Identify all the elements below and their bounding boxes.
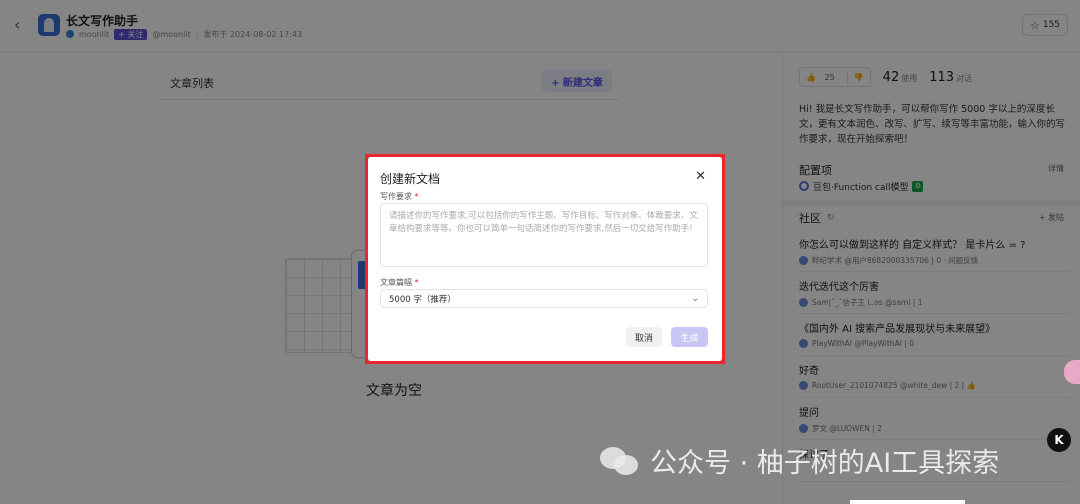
floating-helper-icon[interactable] [1064,360,1080,384]
length-select[interactable]: 5000 字（推荐） ⌄ [380,289,708,308]
chevron-down-icon: ⌄ [691,293,699,304]
k-badge-icon[interactable]: K [1047,428,1071,452]
watermark-text: 公众号 · 柚子树的AI工具探索 [650,447,1000,479]
cancel-button[interactable]: 取消 [626,327,662,347]
length-value: 5000 字（推荐） [389,294,456,305]
bottom-indicator [850,500,965,504]
dialog-title: 创建新文档 [380,172,441,186]
create-doc-dialog: 创建新文档 ✕ 写作要求 * 请描述你的写作要求,可以包括你的写作主题、写作目标… [368,157,722,361]
requirement-label: 写作要求 * [380,192,419,201]
watermark: 公众号 · 柚子树的AI工具探索 [600,440,999,480]
generate-button[interactable]: 生成 [671,327,708,347]
requirement-textarea[interactable]: 请描述你的写作要求,可以包括你的写作主题、写作目标、写作对象、体裁要求、文章结构… [380,203,708,267]
wechat-icon [600,445,640,475]
close-icon[interactable]: ✕ [695,170,706,183]
length-label: 文章篇幅 * [380,278,419,287]
